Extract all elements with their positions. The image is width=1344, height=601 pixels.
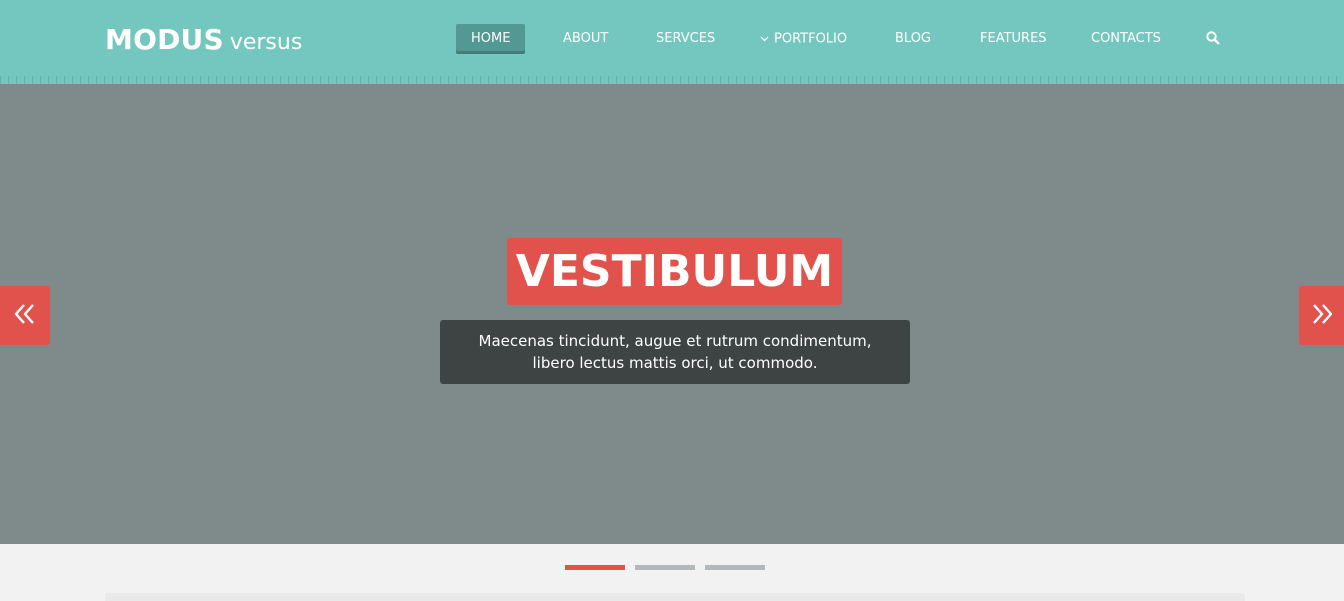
logo-bold-text: MODUS [105,23,224,56]
nav-contacts-label: CONTACTS [1091,31,1161,46]
content-panel-top [105,593,1245,601]
chevron-down-icon [760,24,769,54]
nav-blog[interactable]: BLOG [895,24,931,54]
slide-caption: Maecenas tincidunt, augue et rutrum cond… [478,332,872,372]
nav-home-label: HOME [471,31,511,46]
slider-prev-button[interactable] [0,286,50,345]
nav-services-label: SERVCES [656,31,716,46]
double-chevron-right-icon [1309,302,1335,330]
logo-light-text: versus [229,30,303,55]
slide-title: VESTIBULUM [507,238,842,305]
slide-indicator[interactable] [565,565,625,570]
slide-indicator[interactable] [635,565,695,570]
nav-services[interactable]: SERVCES [656,24,715,54]
nav-blog-label: BLOG [895,31,932,46]
nav-home[interactable]: HOME [456,24,526,54]
nav-features-label: FEATURES [980,31,1047,46]
nav-about-label: ABOUT [563,31,609,46]
slide-indicator[interactable] [705,565,765,570]
double-chevron-left-icon [12,302,38,330]
hero-slider: VESTIBULUM Maecenas tincidunt, augue et … [0,84,1344,544]
slide-caption-box: Maecenas tincidunt, augue et rutrum cond… [440,320,910,384]
slider-next-button[interactable] [1299,286,1344,345]
site-logo[interactable]: MODUS versus [105,22,302,62]
header-ruler-border [0,76,1344,84]
nav-features[interactable]: FEATURES [980,24,1047,54]
nav-portfolio[interactable]: PORTFOLIO [760,24,847,54]
nav-contacts[interactable]: CONTACTS [1091,24,1161,54]
site-header: MODUS versus HOME ABOUT SERVCES PORTFOLIO… [0,0,1344,76]
search-icon[interactable] [1205,30,1221,50]
nav-portfolio-label: PORTFOLIO [774,31,848,47]
nav-about[interactable]: ABOUT [563,24,608,54]
